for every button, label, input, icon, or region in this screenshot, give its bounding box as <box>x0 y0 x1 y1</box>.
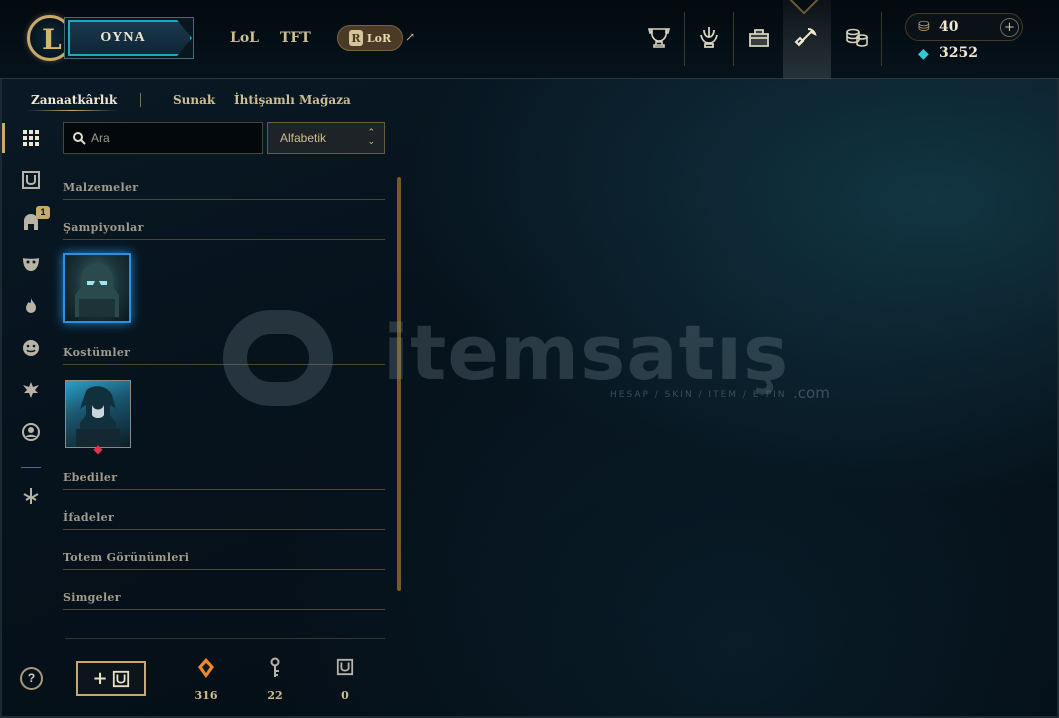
rp-display: ⛁ 40 + <box>905 13 1023 41</box>
category-divider <box>63 529 385 530</box>
rail-divider <box>21 467 41 468</box>
profile-icon[interactable] <box>20 421 42 443</box>
champion-shard-tile[interactable] <box>63 253 131 323</box>
active-tab-underline <box>26 110 118 111</box>
watermark-logo <box>223 310 333 406</box>
add-chest-button[interactable]: + <box>76 661 146 696</box>
emote-icon[interactable] <box>20 337 42 359</box>
footer-divider <box>65 638 385 639</box>
tab-prestige-shop[interactable]: İhtişamlı Mağaza <box>234 93 351 107</box>
blue-essence-value: 3252 <box>939 45 978 61</box>
rp-value: 40 <box>939 19 959 35</box>
category-divider <box>63 239 385 240</box>
play-button[interactable]: OYNA <box>68 20 192 56</box>
orange-essence: 316 <box>186 657 226 702</box>
plus-icon: + <box>92 668 108 689</box>
category-skins[interactable]: Kostümler <box>63 346 130 359</box>
category-emotes[interactable]: İfadeler <box>63 511 114 524</box>
help-button[interactable]: ? <box>20 667 43 690</box>
flame-icon[interactable] <box>20 295 42 317</box>
nav-tft[interactable]: TFT <box>280 30 311 46</box>
inventory-icon[interactable] <box>745 22 773 52</box>
watermark-domain: .com <box>793 384 830 402</box>
top-separator <box>684 12 685 66</box>
category-materials[interactable]: Malzemeler <box>63 181 138 194</box>
category-divider <box>63 569 385 570</box>
chests: 0 <box>325 657 365 702</box>
ward-icon[interactable] <box>20 379 42 401</box>
play-button-label: OYNA <box>100 30 146 45</box>
champion-portrait <box>75 263 119 317</box>
skin-shard-tile[interactable] <box>65 380 131 448</box>
chests-value: 0 <box>341 689 349 702</box>
sort-dropdown[interactable]: Alfabetik ⌃ ⌄ <box>267 122 385 154</box>
watermark: itemsatış HESAP / SKIN / ITEM / E-PIN .c… <box>223 308 843 410</box>
store-icon[interactable] <box>843 22 871 52</box>
orange-essence-value: 316 <box>194 689 218 702</box>
trophy-icon[interactable] <box>645 22 673 52</box>
top-separator <box>881 12 882 66</box>
notification-badge: 1 <box>36 206 50 219</box>
search-field[interactable] <box>63 122 263 154</box>
search-icon <box>73 132 86 145</box>
buy-rp-button[interactable]: + <box>1000 18 1019 37</box>
lor-icon: R <box>348 30 363 46</box>
keys: 22 <box>255 657 295 702</box>
crafting-icon[interactable] <box>793 22 821 52</box>
search-input[interactable] <box>91 130 256 146</box>
subnav-divider <box>140 93 141 107</box>
category-eternals[interactable]: Ebediler <box>63 471 117 484</box>
key-icon <box>255 657 295 679</box>
dropdown-arrows-icon: ⌃ ⌄ <box>367 128 375 147</box>
chest-count-icon <box>325 657 365 679</box>
grid-icon[interactable] <box>20 127 42 149</box>
mask-icon[interactable] <box>20 253 42 275</box>
watermark-text: itemsatış <box>383 308 790 397</box>
top-separator <box>733 12 734 66</box>
watermark-subtitle: HESAP / SKIN / ITEM / E-PIN <box>610 390 787 400</box>
category-icons[interactable]: Simgeler <box>63 591 121 604</box>
category-ward-skins[interactable]: Totem Görünümleri <box>63 551 189 564</box>
tft-icon[interactable] <box>20 485 42 507</box>
category-divider <box>63 609 385 610</box>
tab-altar[interactable]: Sunak <box>173 93 215 107</box>
external-link-icon: ↗ <box>405 30 416 44</box>
tab-crafting[interactable]: Zanaatkârlık <box>31 93 117 107</box>
blue-essence-icon: ◆ <box>918 46 929 62</box>
category-champions[interactable]: Şampiyonlar <box>63 221 144 234</box>
category-divider <box>63 489 385 490</box>
lor-label: LoR <box>366 31 392 45</box>
skin-portrait <box>76 386 120 447</box>
nav-lol[interactable]: LoL <box>230 30 259 46</box>
honor-icon[interactable] <box>695 22 723 52</box>
lor-button[interactable]: R LoR <box>337 25 403 51</box>
keys-value: 22 <box>267 689 283 702</box>
logo-letter: L <box>42 23 62 56</box>
chest-icon[interactable] <box>20 169 42 191</box>
category-divider <box>63 199 385 200</box>
rp-icon: ⛁ <box>918 19 930 35</box>
rail-active-indicator <box>2 123 5 153</box>
orange-essence-icon <box>186 657 226 679</box>
sort-value: Alfabetik <box>280 131 327 145</box>
chest-icon <box>112 670 129 687</box>
rarity-gem-icon: ◆ <box>93 442 103 456</box>
top-bar: L OYNA LoL TFT R LoR ↗ ⛁ 40 + ◆ 3252 <box>0 0 1059 79</box>
